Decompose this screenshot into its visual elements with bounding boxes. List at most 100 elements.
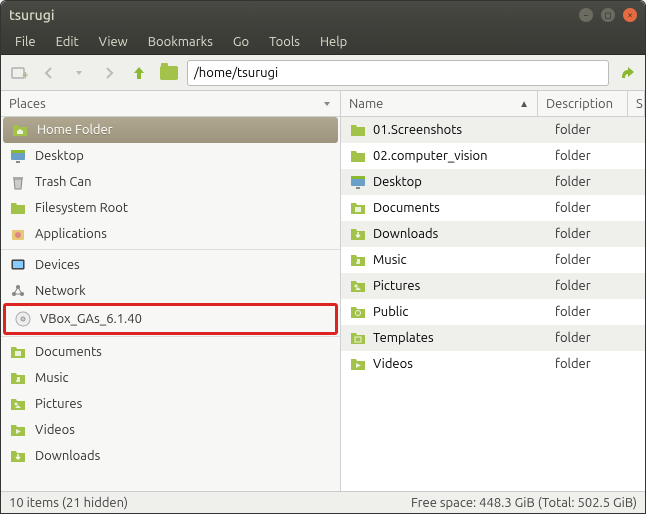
menubar: FileEditViewBookmarksGoToolsHelp	[1, 29, 645, 55]
sidebar-item-documents[interactable]: Documents	[1, 339, 340, 365]
sidebar-item-music[interactable]: Music	[1, 365, 340, 391]
file-row[interactable]: Pictures folder	[341, 273, 645, 299]
up-button[interactable]	[127, 61, 151, 85]
sidebar-item-label: Devices	[35, 258, 80, 272]
status-right: Free space: 448.3 GiB (Total: 502.5 GiB)	[411, 496, 637, 510]
close-button[interactable]: ×	[623, 8, 637, 22]
column-name[interactable]: Name ▲	[341, 91, 538, 116]
file-row[interactable]: 02.computer_visionfolder	[341, 143, 645, 169]
maximize-button[interactable]: ◻	[601, 8, 615, 22]
file-name: Public	[373, 305, 408, 319]
file-name: Downloads	[373, 227, 438, 241]
file-rows: 01.Screenshotsfolder02.computer_visionfo…	[341, 117, 645, 491]
folder-pub-icon	[349, 303, 367, 321]
menu-help[interactable]: Help	[310, 31, 357, 53]
titlebar: tsurugi − ◻ ×	[1, 1, 645, 29]
menu-view[interactable]: View	[89, 31, 138, 53]
svg-text:+: +	[22, 68, 28, 82]
statusbar: 10 items (21 hidden) Free space: 448.3 G…	[1, 491, 645, 513]
file-description: folder	[547, 305, 645, 319]
sidebar-item-label: Trash Can	[35, 175, 92, 189]
file-row[interactable]: Public folder	[341, 299, 645, 325]
sidebar-item-downloads[interactable]: Downloads	[1, 443, 340, 469]
file-row[interactable]: Templates folder	[341, 325, 645, 351]
file-row[interactable]: Videos folder	[341, 351, 645, 377]
column-description[interactable]: Description	[538, 91, 628, 116]
file-name: Documents	[373, 201, 440, 215]
go-button[interactable]	[615, 61, 639, 85]
sidebar-item-videos[interactable]: Videos	[1, 417, 340, 443]
column-extra-label: S	[636, 97, 643, 111]
file-name: Videos	[373, 357, 413, 371]
folder-dl-icon	[349, 225, 367, 243]
back-button[interactable]	[37, 61, 61, 85]
minimize-button[interactable]: −	[579, 8, 593, 22]
sidebar-item-trash-can[interactable]: Trash Can	[1, 169, 340, 195]
file-row[interactable]: Documents folder	[341, 195, 645, 221]
menu-bookmarks[interactable]: Bookmarks	[138, 31, 223, 53]
folder-pic-icon	[349, 277, 367, 295]
file-description: folder	[547, 357, 645, 371]
file-name: Pictures	[373, 279, 420, 293]
file-description: folder	[547, 123, 645, 137]
sidebar-item-pictures[interactable]: Pictures	[1, 391, 340, 417]
sidebar-item-label: Videos	[35, 423, 75, 437]
file-description: folder	[547, 279, 645, 293]
sidebar-list: Home FolderDesktop Trash Can Filesystem Ro…	[1, 117, 340, 491]
file-description: folder	[547, 175, 645, 189]
sidebar-item-label: Applications	[35, 227, 107, 241]
forward-button[interactable]	[97, 61, 121, 85]
file-description: folder	[547, 149, 645, 163]
desktop-icon	[349, 173, 367, 191]
file-description: folder	[547, 201, 645, 215]
menu-file[interactable]: File	[5, 31, 46, 53]
toolbar: + /home/tsurugi	[1, 55, 645, 91]
file-name: Templates	[373, 331, 434, 345]
sidebar-divider	[1, 336, 340, 337]
menu-edit[interactable]: Edit	[46, 31, 89, 53]
column-extra[interactable]: S	[628, 91, 645, 116]
folder-icon	[160, 66, 178, 80]
folder-doc-icon	[9, 343, 27, 361]
file-row[interactable]: 01.Screenshotsfolder	[341, 117, 645, 143]
disc-icon	[14, 310, 32, 328]
sidebar-item-label: Music	[35, 371, 69, 385]
folder-music-icon	[349, 251, 367, 269]
highlighted-item: VBox_GAs_6.1.40	[3, 303, 338, 335]
file-description: folder	[547, 227, 645, 241]
window-controls: − ◻ ×	[579, 8, 637, 22]
trash-icon	[9, 173, 27, 191]
sidebar-item-label: VBox_GAs_6.1.40	[40, 312, 142, 326]
sidebar-item-network[interactable]: Network	[1, 278, 340, 304]
home-button[interactable]	[157, 61, 181, 85]
folder-pic-icon	[9, 395, 27, 413]
sidebar-item-desktop[interactable]: Desktop	[1, 143, 340, 169]
column-name-label: Name	[349, 97, 383, 111]
menu-tools[interactable]: Tools	[259, 31, 310, 53]
folder-dl-icon	[9, 447, 27, 465]
sidebar-header[interactable]: Places	[1, 91, 340, 117]
file-description: folder	[547, 331, 645, 345]
status-left: 10 items (21 hidden)	[9, 496, 128, 510]
forward-menu-icon[interactable]	[67, 61, 91, 85]
folder-vid-icon	[9, 421, 27, 439]
folder-doc-icon	[349, 199, 367, 217]
sidebar-item-home-folder[interactable]: Home Folder	[3, 117, 338, 143]
file-row[interactable]: Musicfolder	[341, 247, 645, 273]
location-bar[interactable]: /home/tsurugi	[187, 60, 609, 86]
file-row[interactable]: Downloads folder	[341, 221, 645, 247]
file-header: Name ▲ Description S	[341, 91, 645, 117]
sidebar-item-filesystem-root[interactable]: Filesystem Root	[1, 195, 340, 221]
menu-go[interactable]: Go	[223, 31, 259, 53]
sidebar-item-applications[interactable]: Applications	[1, 221, 340, 247]
file-description: folder	[547, 253, 645, 267]
new-tab-button[interactable]: +	[7, 61, 31, 85]
apps-icon	[9, 225, 27, 243]
sidebar-item-devices[interactable]: Devices	[1, 252, 340, 278]
file-row[interactable]: Desktop folder	[341, 169, 645, 195]
folder-music-icon	[9, 369, 27, 387]
sidebar-item-vbox-gas-6-1-40[interactable]: VBox_GAs_6.1.40	[6, 306, 335, 332]
main-pane: Places Home FolderDesktopTrash CanFilesy…	[1, 91, 645, 491]
device-icon	[9, 256, 27, 274]
file-name: Desktop	[373, 175, 422, 189]
